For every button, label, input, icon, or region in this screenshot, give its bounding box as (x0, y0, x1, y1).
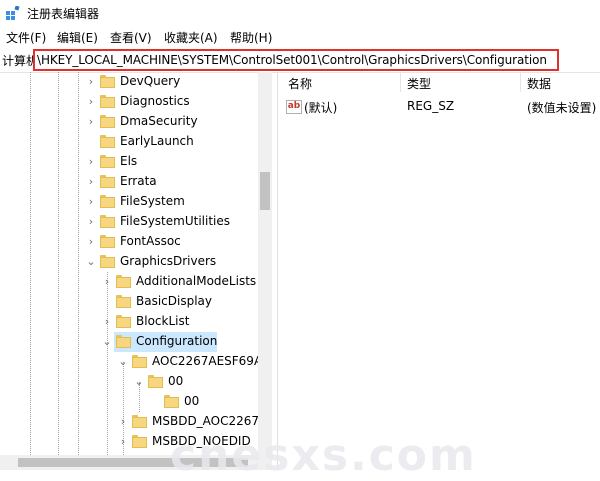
tree-item-devquery[interactable]: › DevQuery (0, 72, 258, 92)
window-title: 注册表编辑器 (27, 7, 100, 21)
chevron-right-icon[interactable]: › (85, 72, 97, 92)
pane-splitter[interactable] (277, 72, 278, 470)
tree-item-label: DmaSecurity (120, 114, 198, 128)
folder-icon (100, 75, 115, 88)
tree-item-additionalmodelists[interactable]: › AdditionalModeLists (0, 272, 258, 292)
chevron-placeholder (149, 392, 161, 412)
folder-icon (100, 195, 115, 208)
folder-icon (100, 155, 115, 168)
folder-icon (116, 275, 131, 288)
watermark: cnesxs.com (170, 430, 477, 481)
folder-icon (100, 175, 115, 188)
tree-item-aoc2267aesf69a[interactable]: ⌄ AOC2267AESF69A (0, 352, 262, 372)
chevron-placeholder (101, 292, 113, 312)
tree-item-earlylaunch[interactable]: EarlyLaunch (0, 132, 258, 152)
tree-item-graphicsdrivers[interactable]: ⌄ GraphicsDrivers (0, 252, 258, 272)
registry-tree[interactable]: › DevQuery › Diagnostics › DmaSecurity E… (0, 72, 272, 455)
column-header-name[interactable]: 名称 (288, 75, 312, 92)
menu-file[interactable]: 文件(F) (6, 29, 46, 46)
tree-item-00[interactable]: ⌄ 00 (0, 372, 258, 392)
chevron-down-icon[interactable]: ⌄ (117, 352, 129, 372)
tree-item-dmasecurity[interactable]: › DmaSecurity (0, 112, 258, 132)
tree-item-label: Errata (120, 174, 157, 188)
folder-icon (100, 255, 115, 268)
tree-item-label: BlockList (136, 314, 190, 328)
tree-item-label: DevQuery (120, 74, 181, 88)
tree-item-fontassoc[interactable]: › FontAssoc (0, 232, 258, 252)
title-bar: 注册表编辑器 (0, 0, 600, 26)
chevron-right-icon[interactable]: › (85, 232, 97, 252)
address-path-input[interactable]: \HKEY_LOCAL_MACHINE\SYSTEM\ControlSet001… (33, 49, 559, 71)
chevron-right-icon[interactable]: › (85, 152, 97, 172)
chevron-down-icon[interactable]: ⌄ (133, 372, 145, 392)
menu-view[interactable]: 查看(V) (110, 29, 152, 46)
column-header-type[interactable]: 类型 (407, 75, 431, 92)
value-data: (数值未设置) (527, 101, 597, 115)
tree-item-errata[interactable]: › Errata (0, 172, 258, 192)
menu-favorites[interactable]: 收藏夹(A) (164, 29, 218, 46)
tree-item-msbdd-aoc2267[interactable]: › MSBDD_AOC2267 (0, 412, 260, 432)
tree-item-label: Configuration (136, 334, 218, 348)
folder-icon (116, 295, 131, 308)
folder-icon (148, 375, 163, 388)
tree-item-label: MSBDD_AOC2267 (152, 414, 260, 428)
value-type: REG_SZ (407, 99, 455, 113)
tree-item-label: AOC2267AESF69A (152, 354, 263, 368)
values-list: 名称 类型 数据 ab (默认) REG_SZ (数值未设置) (280, 72, 600, 470)
tree-item-filesystemutilities[interactable]: › FileSystemUtilities (0, 212, 258, 232)
tree-item-label: BasicDisplay (136, 294, 213, 308)
chevron-right-icon[interactable]: › (85, 112, 97, 132)
folder-icon (132, 415, 147, 428)
folder-icon (100, 235, 115, 248)
tree-item-label: 00 (168, 374, 184, 388)
menu-edit[interactable]: 编辑(E) (57, 29, 98, 46)
tree-item-configuration[interactable]: ⌄ Configuration (0, 332, 258, 352)
folder-icon (100, 95, 115, 108)
tree-item-label: AdditionalModeLists (136, 274, 257, 288)
tree-vertical-scrollbar[interactable] (258, 72, 272, 455)
tree-item-label: Diagnostics (120, 94, 190, 108)
tree-item-els[interactable]: › Els (0, 152, 258, 172)
tree-item-diagnostics[interactable]: › Diagnostics (0, 92, 258, 112)
folder-icon (100, 115, 115, 128)
chevron-right-icon[interactable]: › (101, 312, 113, 332)
folder-icon (164, 395, 179, 408)
chevron-right-icon[interactable]: › (101, 272, 113, 292)
folder-icon (116, 315, 131, 328)
menu-bar: 文件(F) 编辑(E) 查看(V) 收藏夹(A) 帮助(H) (0, 26, 600, 48)
tree-item-basicdisplay[interactable]: BasicDisplay (0, 292, 258, 312)
tree-item-label: FileSystemUtilities (120, 214, 230, 228)
column-header-data[interactable]: 数据 (527, 75, 551, 92)
folder-icon (100, 215, 115, 228)
chevron-placeholder (85, 132, 97, 152)
registry-editor-icon (6, 6, 20, 20)
tree-item-label: FileSystem (120, 194, 185, 208)
tree-item-filesystem[interactable]: › FileSystem (0, 192, 258, 212)
chevron-right-icon[interactable]: › (117, 432, 129, 452)
address-bar: 计算机 \HKEY_LOCAL_MACHINE\SYSTEM\ControlSe… (0, 48, 600, 73)
menu-help[interactable]: 帮助(H) (230, 29, 272, 46)
tree-item-label: FontAssoc (120, 234, 181, 248)
scrollbar-thumb[interactable] (260, 172, 270, 210)
address-label: 计算机 (2, 54, 35, 68)
tree-item-label: GraphicsDrivers (120, 254, 217, 268)
chevron-right-icon[interactable]: › (117, 412, 129, 432)
chevron-down-icon[interactable]: ⌄ (101, 332, 113, 352)
value-name: (默认) (304, 101, 338, 115)
folder-icon (132, 355, 147, 368)
tree-item-00-child[interactable]: 00 (0, 392, 258, 412)
tree-item-label: Els (120, 154, 138, 168)
tree-item-label: 00 (184, 394, 200, 408)
chevron-right-icon[interactable]: › (85, 192, 97, 212)
tree-item-label: EarlyLaunch (120, 134, 194, 148)
tree-item-blocklist[interactable]: › BlockList (0, 312, 258, 332)
chevron-down-icon[interactable]: ⌄ (85, 252, 97, 272)
folder-open-icon (116, 335, 131, 348)
chevron-right-icon[interactable]: › (85, 92, 97, 112)
folder-icon (100, 135, 115, 148)
chevron-right-icon[interactable]: › (85, 212, 97, 232)
chevron-right-icon[interactable]: › (85, 172, 97, 192)
string-value-icon: ab (286, 100, 302, 114)
folder-icon (132, 435, 147, 448)
